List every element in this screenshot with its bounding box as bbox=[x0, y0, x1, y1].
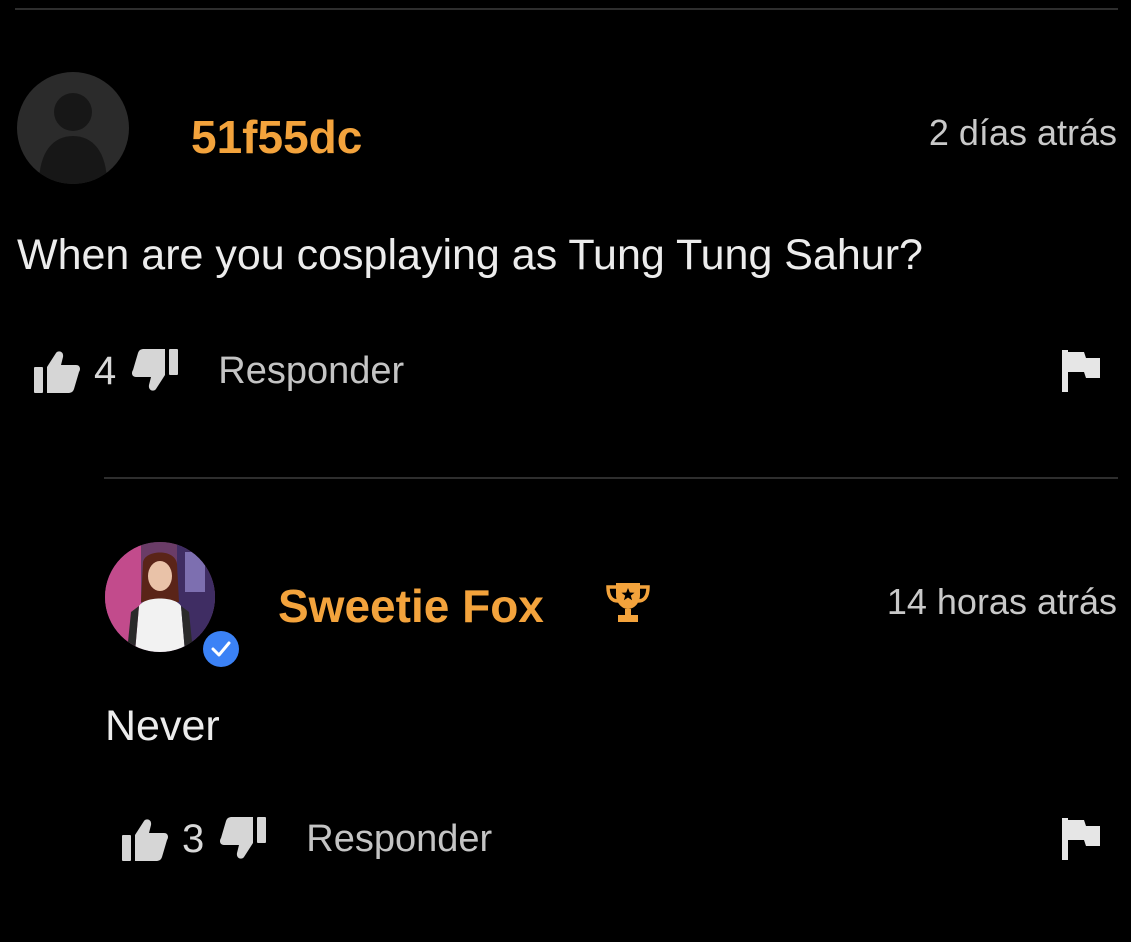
flag-icon[interactable] bbox=[1062, 818, 1100, 865]
top-divider bbox=[15, 8, 1118, 10]
comment-timestamp: 2 días atrás bbox=[928, 112, 1117, 153]
comment-text: When are you cosplaying as Tung Tung Sah… bbox=[17, 231, 923, 279]
like-count: 3 bbox=[182, 816, 205, 861]
comment-username[interactable]: 51f55dc bbox=[191, 110, 362, 164]
reply-actions: 3 Responder bbox=[122, 814, 492, 864]
trophy-icon bbox=[606, 581, 650, 628]
reply-button[interactable]: Responder bbox=[218, 350, 404, 393]
avatar[interactable] bbox=[105, 542, 215, 652]
reply-username[interactable]: Sweetie Fox bbox=[278, 579, 544, 633]
thumbs-down-icon[interactable] bbox=[132, 349, 179, 393]
thumbs-up-icon[interactable] bbox=[34, 349, 80, 393]
like-count: 4 bbox=[94, 348, 117, 393]
reply-text: Never bbox=[105, 702, 220, 750]
user-silhouette-icon bbox=[39, 93, 107, 184]
reply-button[interactable]: Responder bbox=[306, 818, 492, 861]
flag-icon[interactable] bbox=[1062, 350, 1100, 397]
avatar[interactable] bbox=[17, 72, 129, 184]
comment-actions: 4 Responder bbox=[34, 346, 404, 396]
profile-photo bbox=[105, 542, 215, 652]
reply-divider bbox=[104, 477, 1118, 479]
thumbs-down-icon[interactable] bbox=[220, 817, 267, 861]
thumbs-up-icon[interactable] bbox=[122, 817, 168, 861]
reply-timestamp: 14 horas atrás bbox=[886, 581, 1117, 622]
verified-badge-icon bbox=[200, 628, 242, 670]
